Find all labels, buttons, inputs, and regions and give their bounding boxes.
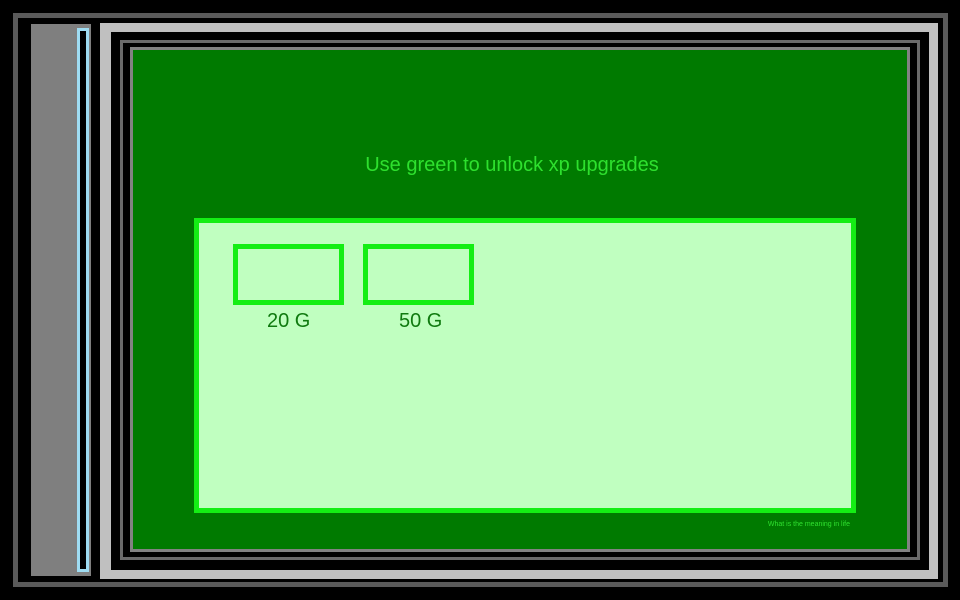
footer-caption: What is the meaning in life (767, 521, 850, 528)
sidebar-divider (91, 24, 94, 576)
upgrade-price-label: 20 G (267, 310, 311, 332)
upgrade-instructions-title: Use green to unlock xp upgrades (365, 154, 659, 176)
upgrade-button-50g[interactable] (363, 244, 474, 305)
upgrade-button-20g[interactable] (233, 244, 344, 305)
upgrade-price-label: 50 G (399, 310, 443, 332)
sidebar-progress-bar (77, 28, 89, 572)
